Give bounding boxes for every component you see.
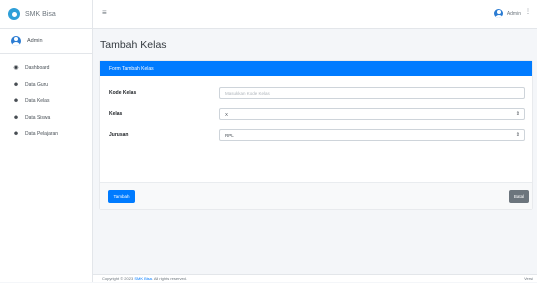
top-user-name: Admin [506,10,521,17]
users-icon: ☻ [12,81,20,88]
sidebar-item-dashboard[interactable]: ◉ Dashboard [0,60,92,77]
sidebar-item-label: Data Guru [25,81,49,88]
user-menu[interactable]: Admin [493,9,521,18]
chevron-up-down-icon: ⇕ [515,132,520,138]
kode-kelas-input[interactable]: Masukkan Kode Kelas [219,87,525,99]
jurusan-select-value: RPL [225,132,234,138]
card-footer: Tambah Batal [100,182,532,209]
menu-toggle-icon[interactable]: ≡ [102,9,107,17]
footer-copyright: Copyright © 2023 [102,276,135,281]
page-title: Tambah Kelas [100,39,167,51]
brand-logo-icon [8,8,20,20]
brand-name: SMK Bisa [25,10,56,18]
sidebar-item-data-kelas[interactable]: ☻ Data Kelas [0,93,92,110]
sidebar-item-label: Dashboard [25,65,50,72]
users-icon: ☻ [12,131,20,138]
dashboard-icon: ◉ [13,65,19,72]
sidebar-item-label: Data Pelajaran [25,131,59,138]
sidebar-item-data-guru[interactable]: ☻ Data Guru [0,77,92,94]
user-name: Admin [27,38,43,44]
users-icon: ☻ [12,98,20,105]
card-header: Form Tambah Kelas [100,61,532,76]
form-row-kelas: Kelas X ⇕ [109,108,525,120]
users-icon: ☻ [12,114,20,121]
sidebar-item-data-pelajaran[interactable]: ☻ Data Pelajaran [0,126,92,143]
more-icon[interactable]: ⋮ [525,9,531,15]
kode-kelas-label: Kode Kelas [109,90,137,96]
jurusan-select[interactable]: RPL ⇕ [219,129,525,141]
sidebar: SMK Bisa Admin ◉ Dashboard ☻ Data Guru ☻… [0,0,93,282]
main-content: Tambah Kelas Form Tambah Kelas Kode Kela… [93,29,537,282]
kelas-select[interactable]: X ⇕ [219,108,525,120]
brand-link[interactable]: SMK Bisa [0,0,92,29]
jurusan-label: Jurusan [109,132,129,138]
sidebar-item-data-siswa[interactable]: ☻ Data Siswa [0,110,92,127]
top-navbar: ≡ Admin ⋮ [93,0,537,29]
submit-button[interactable]: Tambah [108,190,135,203]
form-card: Form Tambah Kelas Kode Kelas Masukkan Ko… [100,61,532,209]
footer-rights: . All rights reserved. [151,276,187,281]
footer-brand-link[interactable]: SMK Bisa [134,276,152,281]
kelas-select-value: X [225,111,229,117]
form-row-kode-kelas: Kode Kelas Masukkan Kode Kelas [109,87,525,99]
user-avatar-icon [11,36,21,46]
page-footer: Copyright © 2023 SMK Bisa. All rights re… [93,274,537,282]
chevron-up-down-icon: ⇕ [515,111,520,117]
sidebar-item-label: Data Siswa [25,114,51,121]
user-avatar-icon [493,9,503,18]
sidebar-item-label: Data Kelas [25,98,50,105]
card-title: Form Tambah Kelas [109,65,154,72]
sidebar-nav: ◉ Dashboard ☻ Data Guru ☻ Data Kelas ☻ D… [0,54,92,143]
kelas-label: Kelas [109,111,123,117]
user-panel[interactable]: Admin [0,29,92,54]
form-row-jurusan: Jurusan RPL ⇕ [109,129,525,141]
cancel-button[interactable]: Batal [509,190,529,203]
